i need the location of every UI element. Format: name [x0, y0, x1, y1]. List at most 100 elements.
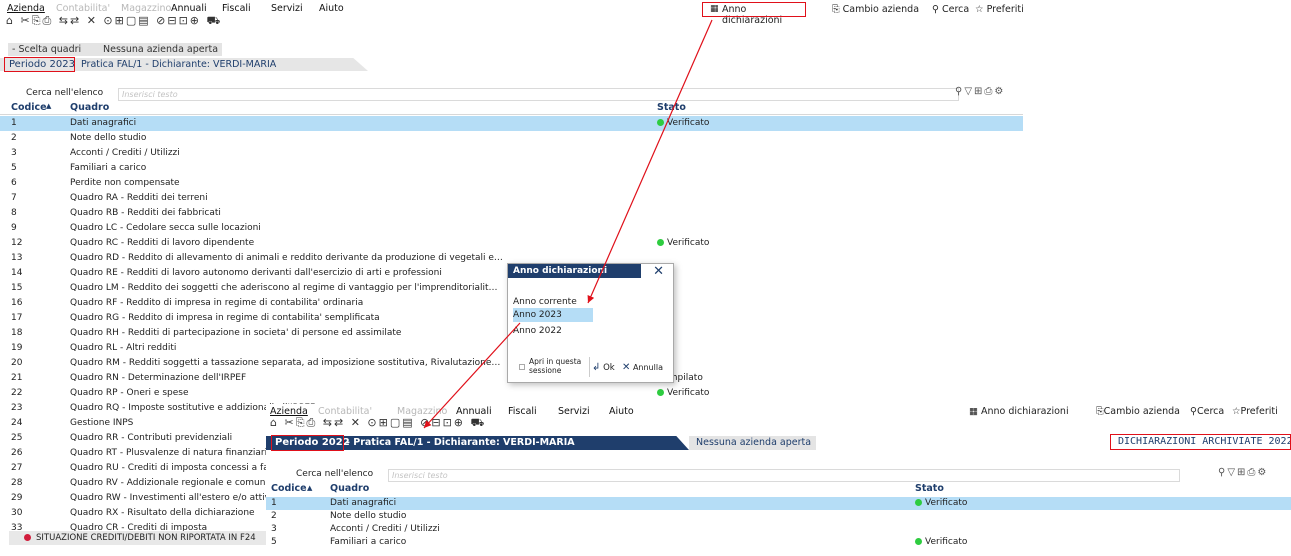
preferiti-button-2[interactable]: ☆Preferiti [1232, 406, 1278, 417]
row-quadro: Gestione INPS [70, 418, 134, 428]
table-row[interactable]: 6 Perdite non compensate [0, 176, 1023, 191]
apri-checkbox[interactable] [519, 364, 525, 370]
option-anno-2023[interactable]: Anno 2023 [513, 308, 593, 322]
col-codice-2[interactable]: Codice [271, 483, 307, 494]
row-quadro: Note dello studio [70, 133, 147, 143]
row-code: 3 [271, 524, 277, 534]
breadcrumb: - Scelta quadri Nessuna azienda aperta [8, 43, 222, 56]
star-icon: ☆ [1232, 406, 1241, 417]
search-label: Cerca nell'elenco [26, 88, 104, 98]
row-stato: Verificato [915, 536, 967, 549]
toolbar2-icons[interactable]: ⌂ ✂⎘⎙ ⇆⇄ ✕ ⊙⊞▢▤ ⊘⊟⊡⊕ ⛟ [270, 416, 486, 431]
ok-label: Ok [603, 363, 615, 373]
menu-azienda[interactable]: Azienda [7, 3, 45, 14]
menu-annuali[interactable]: Annuali [171, 3, 207, 14]
ok-button[interactable]: ↲ Ok [592, 362, 615, 373]
preferiti-button[interactable]: ☆ Preferiti [975, 4, 1024, 15]
col-stato[interactable]: Stato [657, 102, 686, 113]
row-code: 20 [11, 358, 23, 368]
table-row[interactable]: 1 Dati anagrafici Verificato [0, 116, 1023, 131]
annulla-button[interactable]: ✕ Annulla [622, 362, 663, 373]
row-stato-label: Verificato [925, 537, 968, 547]
search-input-2[interactable]: Inserisci testo [388, 469, 1180, 482]
row-code: 2 [11, 133, 17, 143]
table-row[interactable]: 9 Quadro LC - Cedolare secca sulle locazi… [0, 221, 1023, 236]
preferiti-label: Preferiti [986, 4, 1024, 15]
table-row[interactable]: 3 Acconti / Crediti / Utilizzi [266, 523, 1291, 536]
cambio-azienda-button[interactable]: ⎘ Cambio azienda [832, 4, 919, 15]
row-quadro: Quadro RR - Contributi previdenziali [70, 433, 233, 443]
archived-2022-window: Azienda Contabilita' Magazzino Annuali F… [266, 404, 1291, 556]
row-quadro: Quadro RW - Investimenti all'estero e/o … [70, 493, 282, 503]
table-row[interactable]: 12 Quadro RC - Redditi di lavoro dipenden… [0, 236, 1023, 251]
menu-contabilita[interactable]: Contabilita' [56, 3, 110, 14]
table-row[interactable]: 5 Familiari a carico [0, 161, 1023, 176]
table-row[interactable]: 3 Acconti / Crediti / Utilizzi [0, 146, 1023, 161]
toolbar-icons[interactable]: ⌂ ✂⎘⎙ ⇆⇄ ✕ ⊙⊞▢▤ ⊘⊟⊡⊕ ⛟ [6, 14, 222, 29]
row-code: 7 [11, 193, 17, 203]
archiviate-label: DICHIARAZIONI ARCHIVIATE 2022 [1118, 436, 1291, 447]
menu2-fiscali[interactable]: Fiscali [508, 406, 537, 417]
row-stato: Verificato [657, 386, 709, 401]
cambio-azienda-button-2[interactable]: ⎘Cambio azienda [1096, 406, 1180, 417]
breadcrumb-scelta-quadri[interactable]: - Scelta quadri [12, 44, 81, 55]
row-quadro: Quadro LC - Cedolare secca sulle locazio… [70, 223, 261, 233]
row-quadro: Quadro RU - Crediti di imposta concessi … [70, 463, 284, 473]
col-quadro[interactable]: Quadro [70, 102, 109, 113]
close-icon[interactable]: ✕ [653, 264, 664, 279]
menu-aiuto[interactable]: Aiuto [319, 3, 344, 14]
company-icon: ⎘ [832, 4, 840, 15]
table-row[interactable]: 2 Note dello studio [0, 131, 1023, 146]
menu-fiscali[interactable]: Fiscali [222, 3, 251, 14]
footer-warning-bar: SITUAZIONE CREDITI/DEBITI NON RIPORTATA … [9, 531, 266, 545]
table-row[interactable]: 8 Quadro RB - Redditi dei fabbricati [0, 206, 1023, 221]
row-code: 30 [11, 508, 23, 518]
row-code: 14 [11, 268, 23, 278]
row-quadro: Quadro RP - Oneri e spese [70, 388, 189, 398]
menu-servizi[interactable]: Servizi [271, 3, 303, 14]
row-quadro: Note dello studio [330, 511, 407, 521]
row-quadro: Quadro RL - Altri redditi [70, 343, 177, 353]
row-code: 9 [11, 223, 17, 233]
row-stato-label: Verificato [925, 498, 968, 508]
preferiti-label-2: Preferiti [1240, 406, 1278, 417]
dialog-title: Anno dichiarazioni [508, 264, 641, 278]
col-stato-2[interactable]: Stato [915, 483, 944, 494]
menu-magazzino[interactable]: Magazzino [121, 3, 171, 14]
pratica-2022-label: - Pratica FAL/1 - Dichiarante: VERDI-MAR… [346, 437, 575, 448]
cerca-button[interactable]: ⚲ Cerca [932, 4, 969, 15]
cerca-button-2[interactable]: ⚲Cerca [1190, 406, 1224, 417]
row-quadro: Quadro RT - Plusvalenze di natura finanz… [70, 448, 273, 458]
table-row[interactable]: 2 Note dello studio [266, 510, 1291, 523]
table-row[interactable]: 22 Quadro RP - Oneri e spese Verificato [0, 386, 1023, 401]
row-code: 12 [11, 238, 23, 248]
anno-dichiarazioni-button-2[interactable]: ▦ Anno dichiarazioni [969, 406, 1069, 417]
row-stato: Verificato [657, 116, 709, 131]
list-tools-icons-2[interactable]: ⚲▽⊞⎙⚙ [1218, 467, 1268, 478]
search-input[interactable]: Inserisci testo [118, 88, 959, 101]
apri-checkbox-label: Apri in questa sessione [529, 357, 582, 375]
table-row[interactable]: 5 Familiari a carico Verificato [266, 536, 1291, 549]
row-code: 5 [271, 537, 277, 547]
col-codice[interactable]: Codice [11, 102, 47, 113]
highlight-box-periodo-2022 [271, 435, 344, 451]
row-stato: Verificato [657, 236, 709, 251]
menu2-aiuto[interactable]: Aiuto [609, 406, 634, 417]
row-quadro: Quadro RG - Reddito di impresa in regime… [70, 313, 380, 323]
table-row[interactable]: 7 Quadro RA - Redditi dei terreni [0, 191, 1023, 206]
star-icon: ☆ [975, 4, 984, 15]
row-stato-label: Verificato [667, 238, 710, 248]
anno-dichiarazioni-dialog: Anno dichiarazioni ✕ Anno corrente Anno … [507, 263, 674, 383]
option-anno-corrente[interactable]: Anno corrente [513, 297, 577, 307]
row-quadro: Quadro RX - Risultato della dichiarazion… [70, 508, 255, 518]
menu2-servizi[interactable]: Servizi [558, 406, 590, 417]
no-company-tag-2: Nessuna azienda aperta [689, 436, 816, 450]
row-quadro: Quadro RD - Reddito di allevamento di an… [70, 253, 503, 263]
row-stato-label: Verificato [667, 118, 710, 128]
highlight-box-anno [702, 2, 806, 17]
col-quadro-2[interactable]: Quadro [330, 483, 369, 494]
list-tools-icons[interactable]: ⚲▽⊞⎙⚙ [955, 86, 1005, 97]
table-row[interactable]: 1 Dati anagrafici Verificato [266, 497, 1291, 510]
row-code: 23 [11, 403, 23, 413]
option-anno-2022[interactable]: Anno 2022 [513, 326, 562, 336]
